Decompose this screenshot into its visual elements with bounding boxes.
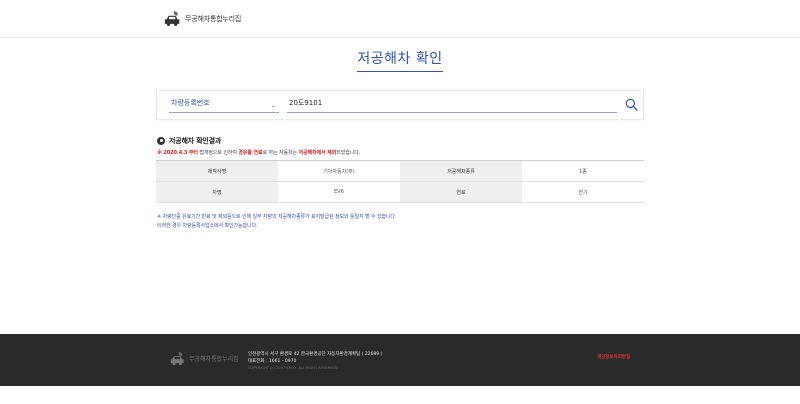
notice-middle1: 법개정으로 인하여 — [197, 150, 239, 156]
car-leaf-icon — [170, 352, 184, 366]
vehicle-number-input[interactable]: 20도9101 — [287, 97, 617, 113]
table-header-cell: 저공해차종류 — [400, 160, 522, 182]
notice-date: 2020.4.3 부터 — [163, 150, 198, 156]
table-header-cell: 연료 — [400, 181, 522, 203]
notice-exclude: 저공해차에서 제외 — [298, 150, 337, 156]
site-header: 무공해차통합누리집 — [0, 0, 800, 38]
result-heading: 저공해차 확인결과 — [157, 136, 221, 146]
notice-suffix: 되었습니다. — [336, 150, 361, 156]
result-note: ※ 차량인증 유효기간 만료 및 제외등으로 인해 일부 차량의 저공해차종류가… — [157, 213, 397, 231]
search-icon — [625, 98, 638, 111]
footer-logo: 무공해차통합누리집 — [170, 351, 239, 366]
result-heading-text: 저공해차 확인결과 — [169, 137, 222, 145]
notice-middle2: 로 하는 자동차는 — [262, 150, 299, 156]
car-leaf-icon — [164, 11, 180, 26]
record-bullet-icon — [157, 137, 165, 145]
diesel-notice: ※ 2020.4.3 부터 법개정으로 인하여 경유를 연료로 하는 자동차는 … — [157, 149, 360, 156]
notice-fuel: 경유를 연료 — [238, 150, 263, 156]
footer-copyright: COPYRIGHT (c) 2017 KECO. ALL RIGHT RESER… — [248, 366, 339, 370]
page-title-wrap: 저공해차 확인 — [0, 48, 800, 72]
table-cell: 1종 — [522, 160, 644, 182]
search-type-value: 차량등록번호 — [171, 99, 210, 107]
chevron-down-icon: ⌄ — [270, 102, 276, 109]
footer-address: 인천광역시 서구 환경로 42 한국환경공단 자동차환경계획팀 ( 22689 … — [248, 352, 383, 357]
privacy-policy-link[interactable]: 개인정보처리방침 — [597, 354, 630, 360]
note-line: 이러한 경우 차량등록사업소에서 확인가능합니다. — [157, 223, 258, 229]
vehicle-number-value: 20도9101 — [289, 99, 323, 107]
table-cell: 기아자동차(주) — [278, 160, 400, 182]
table-cell: 전기 — [522, 181, 644, 203]
table-row: 제작사명 기아자동차(주) 저공해차종류 1종 — [156, 160, 644, 182]
table-header-cell: 차명 — [156, 181, 278, 203]
site-logo[interactable]: 무공해차통합누리집 — [164, 10, 241, 27]
footer-logo-text: 무공해차통합누리집 — [189, 356, 239, 363]
table-row: 차명 EV6 연료 전기 — [156, 181, 644, 203]
result-table: 제작사명 기아자동차(주) 저공해차종류 1종 차명 EV6 연료 전기 — [156, 160, 644, 203]
page-title: 저공해차 확인 — [357, 48, 443, 72]
search-form: 차량등록번호 ⌄ 20도9101 — [156, 90, 644, 120]
search-button[interactable] — [623, 95, 639, 113]
search-type-select[interactable]: 차량등록번호 ⌄ — [169, 97, 279, 113]
site-footer: 무공해차통합누리집 인천광역시 서구 환경로 42 한국환경공단 자동차환경계획… — [0, 334, 800, 386]
table-header-cell: 제작사명 — [156, 160, 278, 182]
footer-phone: 대표전화 : 1661 - 0970 — [248, 359, 297, 364]
logo-text: 무공해차통합누리집 — [185, 14, 242, 23]
footer-info: 인천광역시 서구 환경로 42 한국환경공단 자동차환경계획팀 ( 22689 … — [248, 351, 382, 372]
note-line: ※ 차량인증 유효기간 만료 및 제외등으로 인해 일부 차량의 저공해차종류가… — [157, 214, 397, 220]
table-cell: EV6 — [278, 181, 400, 203]
